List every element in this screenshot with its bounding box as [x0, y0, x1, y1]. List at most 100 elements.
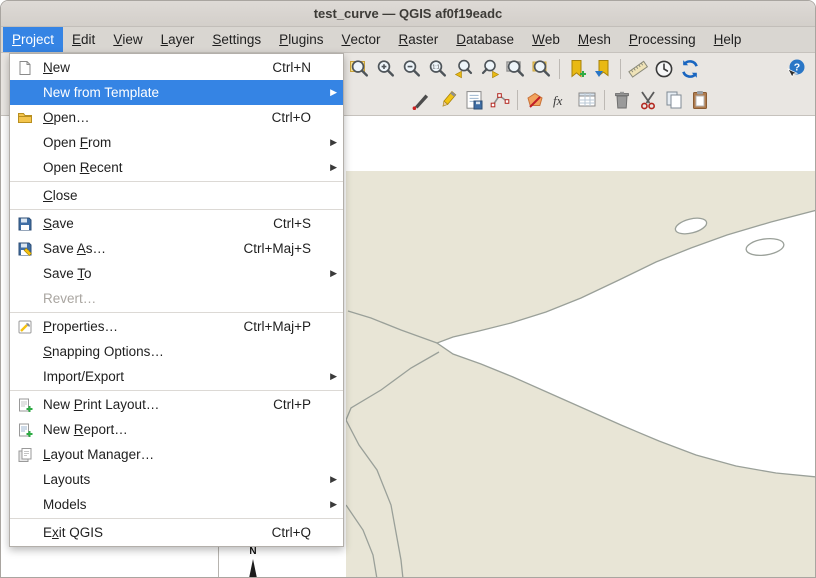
- show-bookmarks-button[interactable]: [590, 56, 616, 82]
- menu-separator: [10, 209, 343, 210]
- menubar-item-processing[interactable]: Processing: [620, 27, 705, 52]
- menu-item-shortcut: Ctrl+N: [272, 60, 311, 75]
- project-menu-item-open[interactable]: Open… Ctrl+O: [10, 105, 343, 130]
- menu-item-label: Revert…: [43, 291, 299, 306]
- new-project-icon: [17, 60, 43, 76]
- zoom-selection-button[interactable]: [529, 56, 555, 82]
- menubar-item-help[interactable]: Help: [705, 27, 751, 52]
- submenu-arrow-icon: ▶: [325, 162, 337, 173]
- vertex-tool-button[interactable]: [487, 87, 513, 113]
- menubar-item-view[interactable]: View: [104, 27, 151, 52]
- submenu-arrow-icon: ▶: [325, 137, 337, 148]
- project-menu-item-models[interactable]: Models▶: [10, 492, 343, 517]
- zoom-next-icon: [479, 58, 501, 80]
- measure-button[interactable]: [625, 56, 651, 82]
- menubar-item-mesh[interactable]: Mesh: [569, 27, 620, 52]
- menu-item-label: New Print Layout…: [43, 397, 261, 412]
- project-menu-item-import-export[interactable]: Import/Export▶: [10, 364, 343, 389]
- menu-item-shortcut: Ctrl+Q: [272, 525, 311, 540]
- zoom-next-button[interactable]: [477, 56, 503, 82]
- menubar-item-raster[interactable]: Raster: [390, 27, 448, 52]
- project-menu-item-snapping-options[interactable]: Snapping Options…: [10, 339, 343, 364]
- save-edits-button[interactable]: [461, 87, 487, 113]
- menubar-item-plugins[interactable]: Plugins: [270, 27, 332, 52]
- menu-separator: [10, 312, 343, 313]
- menu-item-label: New Report…: [43, 422, 299, 437]
- zoom-layer-button[interactable]: [503, 56, 529, 82]
- menu-item-label: New: [43, 60, 260, 75]
- expression-icon: fx: [550, 89, 572, 111]
- menu-separator: [10, 390, 343, 391]
- menu-item-label: Import/Export: [43, 369, 299, 384]
- project-menu: NewCtrl+NNew from Template▶Open…Ctrl+OOp…: [9, 53, 344, 547]
- temporal-controller-button[interactable]: [651, 56, 677, 82]
- project-menu-item-open-from[interactable]: Open From▶: [10, 130, 343, 155]
- open-folder-icon: [17, 110, 43, 126]
- menubar-item-edit[interactable]: Edit: [63, 27, 104, 52]
- project-menu-item-save-as[interactable]: Save As…Ctrl+Maj+S: [10, 236, 343, 261]
- new-bookmark-button[interactable]: [564, 56, 590, 82]
- zoom-out-button[interactable]: [399, 56, 425, 82]
- delete-selected-button[interactable]: [609, 87, 635, 113]
- submenu-arrow-icon: ▶: [325, 499, 337, 510]
- paste-features-button[interactable]: [687, 87, 713, 113]
- zoom-layer-icon: [505, 58, 527, 80]
- copy-features-button[interactable]: [661, 87, 687, 113]
- menu-item-label: Open…: [43, 110, 260, 125]
- zoom-full-button[interactable]: [347, 56, 373, 82]
- menubar-item-database[interactable]: Database: [447, 27, 523, 52]
- delete-selected-icon: [611, 89, 633, 111]
- project-menu-item-new-print-layout[interactable]: New Print Layout… Ctrl+P: [10, 392, 343, 417]
- cut-features-button[interactable]: [635, 87, 661, 113]
- temporal-controller-icon: [653, 58, 675, 80]
- menubar-item-project[interactable]: Project: [3, 27, 63, 52]
- project-menu-item-new-report[interactable]: New Report…: [10, 417, 343, 442]
- advanced-digitizing-button[interactable]: [409, 87, 435, 113]
- menu-item-label: Save To: [43, 266, 299, 281]
- menu-item-label: Open Recent: [43, 160, 299, 175]
- menubar-item-web[interactable]: Web: [523, 27, 569, 52]
- project-menu-item-new[interactable]: New Ctrl+N: [10, 55, 343, 80]
- measure-icon: [627, 58, 649, 80]
- delete-part-button[interactable]: [522, 87, 548, 113]
- menu-item-label: New from Template: [43, 85, 299, 100]
- menubar-item-layer[interactable]: Layer: [152, 27, 204, 52]
- menubar: ProjectEditViewLayerSettingsPluginsVecto…: [1, 27, 815, 53]
- project-menu-item-layout-manager[interactable]: Layout Manager…: [10, 442, 343, 467]
- refresh-button[interactable]: [677, 56, 703, 82]
- zoom-last-button[interactable]: [451, 56, 477, 82]
- paste-features-icon: [689, 89, 711, 111]
- zoom-full-icon: [349, 58, 371, 80]
- svg-text:1:1: 1:1: [432, 64, 439, 70]
- project-menu-item-close[interactable]: Close: [10, 183, 343, 208]
- menu-item-label: Layout Manager…: [43, 447, 299, 462]
- project-menu-item-revert[interactable]: Revert…: [10, 286, 343, 311]
- project-menu-item-save[interactable]: SaveCtrl+S: [10, 211, 343, 236]
- zoom-native-button[interactable]: 1:1: [425, 56, 451, 82]
- qgis-window: test_curve — QGIS af0f19eadc ProjectEdit…: [0, 0, 816, 578]
- menu-item-shortcut: Ctrl+O: [272, 110, 311, 125]
- project-menu-item-layouts[interactable]: Layouts▶: [10, 467, 343, 492]
- menu-item-shortcut: Ctrl+P: [273, 397, 311, 412]
- expression-button[interactable]: fx: [548, 87, 574, 113]
- toggle-editing-button[interactable]: [435, 87, 461, 113]
- project-menu-item-properties[interactable]: Properties…Ctrl+Maj+P: [10, 314, 343, 339]
- menu-item-label: Snapping Options…: [43, 344, 299, 359]
- zoom-in-button[interactable]: [373, 56, 399, 82]
- project-menu-item-save-to[interactable]: Save To▶: [10, 261, 343, 286]
- cut-features-icon: [637, 89, 659, 111]
- menu-item-shortcut: Ctrl+S: [273, 216, 311, 231]
- project-menu-item-new-from-template[interactable]: New from Template▶: [10, 80, 343, 105]
- north-arrow-icon: [244, 558, 262, 578]
- project-menu-item-exit-qgis[interactable]: Exit QGIS Ctrl+Q: [10, 520, 343, 545]
- layout-manager-icon: [17, 447, 43, 463]
- menu-item-label: Exit QGIS: [43, 525, 260, 540]
- context-help-button[interactable]: ?: [783, 56, 809, 82]
- menu-separator: [10, 518, 343, 519]
- menubar-item-settings[interactable]: Settings: [203, 27, 270, 52]
- toolbar-separator: [559, 59, 560, 79]
- menubar-item-vector[interactable]: Vector: [332, 27, 389, 52]
- edit-attributes-button[interactable]: [574, 87, 600, 113]
- project-menu-item-open-recent[interactable]: Open Recent ▶: [10, 155, 343, 180]
- toolbar-separator: [620, 59, 621, 79]
